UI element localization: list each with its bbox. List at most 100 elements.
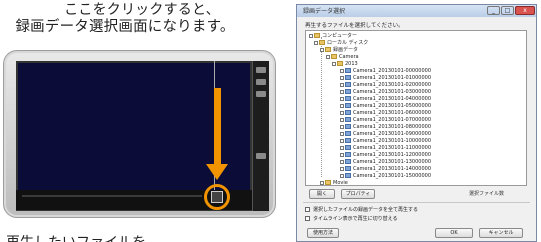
camera-icon: [345, 138, 351, 143]
side-button-3[interactable]: [256, 91, 266, 97]
checkbox[interactable]: [305, 216, 310, 221]
tree-item[interactable]: Camera1_20130101-09000000: [340, 131, 431, 138]
tree-item[interactable]: Camera1_20130101-05000000: [340, 103, 431, 110]
camera-icon: [345, 145, 351, 150]
tree-item[interactable]: Movie: [320, 180, 348, 185]
tree-item[interactable]: Camera1_20130101-06000000: [340, 110, 431, 117]
camera-icon: [345, 103, 351, 108]
expand-icon[interactable]: [320, 180, 324, 185]
tree-item[interactable]: Camera1_20130101-13000000: [340, 159, 431, 166]
tree-root[interactable]: コンピューター: [309, 33, 357, 40]
dialog-title: 録画データ選択: [303, 8, 346, 15]
tree-item[interactable]: Camera1_20130101-04000000: [340, 96, 431, 103]
tree-item[interactable]: Camera1_20130101-03000000: [340, 89, 431, 96]
seek-track[interactable]: [22, 195, 202, 197]
close-button[interactable]: x: [515, 6, 535, 15]
tree-item[interactable]: Camera1_20130101-07000000: [340, 117, 431, 124]
tree-item[interactable]: Camera: [326, 54, 359, 61]
expand-icon[interactable]: [340, 138, 344, 143]
side-button-1[interactable]: [256, 67, 266, 73]
side-button-2[interactable]: [256, 79, 266, 85]
folder-icon: [337, 61, 343, 66]
expand-icon[interactable]: [340, 103, 344, 108]
side-button-4[interactable]: [256, 153, 266, 159]
camera-icon: [345, 131, 351, 136]
callout-line-2: 録画データ選択画面になります。: [15, 19, 235, 35]
tree-item[interactable]: Camera1_20130101-08000000: [340, 124, 431, 131]
camera-icon: [345, 89, 351, 94]
tree-guide-line: [321, 37, 322, 177]
cancel-button[interactable]: キャンセル: [479, 228, 523, 238]
expand-icon[interactable]: [340, 96, 344, 101]
tree-item[interactable]: Camera1_20130101-14000000: [340, 166, 431, 173]
callout-line-1: ここをクリックすると、: [64, 2, 220, 18]
folder-icon: [325, 180, 331, 185]
help-button[interactable]: 使用方法: [307, 228, 339, 238]
expand-icon[interactable]: [340, 75, 344, 80]
callout-text: ここをクリックすると、 録画データ選択画面になります。: [0, 2, 250, 36]
properties-button[interactable]: プロパティ: [341, 189, 375, 199]
divider: [303, 202, 530, 203]
checkbox[interactable]: [305, 207, 310, 212]
expand-icon[interactable]: [340, 166, 344, 171]
expand-icon[interactable]: [340, 89, 344, 94]
camera-icon: [345, 117, 351, 122]
tree-item[interactable]: Camera1_20130101-02000000: [340, 82, 431, 89]
folder-icon: [331, 54, 337, 59]
camera-icon: [345, 173, 351, 178]
open-button[interactable]: 開く: [309, 189, 335, 199]
expand-icon[interactable]: [320, 47, 324, 52]
expand-icon[interactable]: [340, 152, 344, 157]
tree-item[interactable]: 録画データ: [320, 47, 358, 54]
expand-icon[interactable]: [340, 82, 344, 87]
tree-item[interactable]: Camera1_20130101-10000000: [340, 138, 431, 145]
folder-tree[interactable]: コンピューター ローカル ディスク 録画データ Camera 2013 Came…: [305, 30, 527, 186]
tree-item[interactable]: 2013: [332, 61, 358, 68]
tree-item[interactable]: Camera1_20130101-12000000: [340, 152, 431, 159]
expand-icon[interactable]: [340, 68, 344, 73]
arrow-shaft: [214, 88, 221, 168]
folder-icon: [319, 40, 325, 45]
camera-icon: [345, 166, 351, 171]
maximize-button[interactable]: □: [501, 6, 514, 15]
option-row[interactable]: 選択したファイルの録画データを全て再生する: [305, 206, 418, 214]
player-device: [3, 50, 276, 218]
camera-icon: [345, 68, 351, 73]
expand-icon[interactable]: [332, 61, 336, 66]
ok-button[interactable]: OK: [435, 228, 473, 238]
expand-icon[interactable]: [340, 110, 344, 115]
dialog-instruction: 再生するファイルを選択してください。: [305, 23, 404, 29]
expand-icon[interactable]: [340, 131, 344, 136]
camera-icon: [345, 152, 351, 157]
expand-icon[interactable]: [340, 145, 344, 150]
expand-icon[interactable]: [340, 124, 344, 129]
folder-icon: [325, 47, 331, 52]
caption-text: 再生したいファイルを: [6, 232, 256, 242]
camera-icon: [345, 75, 351, 80]
tree-item[interactable]: Camera1_20130101-15000000: [340, 173, 431, 180]
tree-item[interactable]: Camera1_20130101-00000000: [340, 68, 431, 75]
expand-icon[interactable]: [340, 117, 344, 122]
tree-item[interactable]: Camera1_20130101-01000000: [340, 75, 431, 82]
expand-icon[interactable]: [309, 33, 313, 38]
expand-icon[interactable]: [314, 40, 318, 45]
expand-icon[interactable]: [340, 173, 344, 178]
side-panel: [252, 61, 269, 211]
camera-icon: [345, 82, 351, 87]
tree-item[interactable]: Camera1_20130101-11000000: [340, 145, 431, 152]
tree-item[interactable]: ローカル ディスク: [314, 40, 368, 47]
selected-count-label: 選択ファイル数: [469, 191, 505, 197]
highlight-ring: [204, 184, 230, 210]
dialog-titlebar: 録画データ選択 _ □ x: [297, 5, 536, 17]
camera-icon: [345, 124, 351, 129]
expand-icon[interactable]: [326, 54, 330, 59]
minimize-button[interactable]: _: [487, 6, 500, 15]
camera-icon: [345, 110, 351, 115]
option-row[interactable]: タイムライン表示で再生に切り替える: [305, 215, 398, 223]
expand-icon[interactable]: [340, 159, 344, 164]
recording-select-dialog: 録画データ選択 _ □ x 再生するファイルを選択してください。 コンピューター…: [296, 4, 537, 242]
camera-icon: [345, 96, 351, 101]
computer-icon: [314, 33, 320, 38]
camera-icon: [345, 159, 351, 164]
arrow-down-icon: [206, 164, 228, 180]
